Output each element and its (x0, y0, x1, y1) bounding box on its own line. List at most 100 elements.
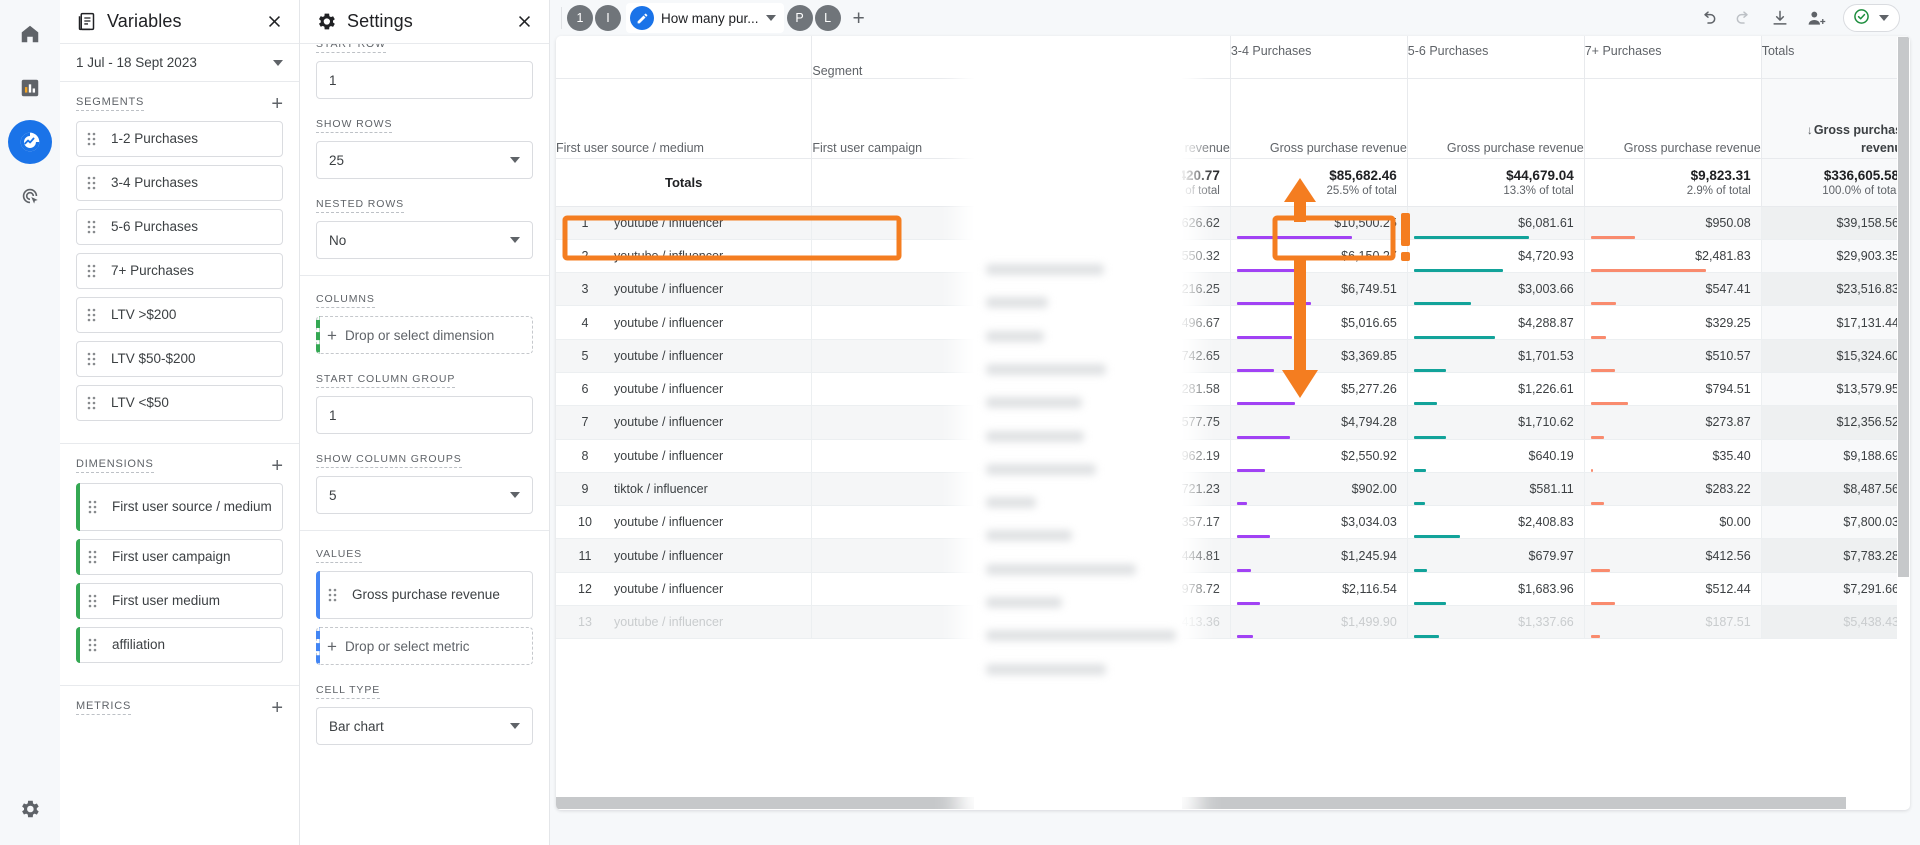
tab-1[interactable]: 1 (567, 5, 593, 31)
home-icon[interactable] (8, 12, 52, 56)
row-source-medium: youtube / influencer (614, 515, 724, 530)
dimension-item-3[interactable]: First user medium (76, 583, 283, 619)
tab-i[interactable]: I (595, 5, 621, 31)
date-range-selector[interactable]: 1 Jul - 18 Sept 2023 (60, 44, 299, 82)
table-row[interactable]: 7 youtube / influencer $5,577.75 $4,794.28 $… (556, 405, 1910, 440)
row-source-medium: youtube / influencer (614, 548, 724, 563)
drag-handle-icon[interactable] (88, 594, 102, 608)
tab-active-exploration[interactable]: How many pur... (626, 3, 784, 33)
chevron-down-icon[interactable] (765, 15, 776, 21)
settings-panel-body: START ROW 1 SHOW ROWS 25 NESTED ROWS No (300, 44, 549, 845)
values-drop-zone[interactable]: + Drop or select metric (316, 627, 533, 665)
header-metric-2[interactable]: Gross purchase revenue (1230, 78, 1408, 159)
start-column-group-input[interactable]: 1 (316, 396, 533, 434)
add-dimension-button[interactable]: + (271, 456, 283, 476)
segment-label: LTV $50-$200 (111, 350, 196, 366)
start-row-input[interactable]: 1 (316, 61, 533, 99)
advertising-icon[interactable] (8, 174, 52, 218)
drag-handle-icon[interactable] (88, 638, 102, 652)
vertical-scrollbar-thumb[interactable] (1898, 37, 1909, 577)
column-group-1-2-purchases[interactable]: 1-2 Purchases (1053, 36, 1231, 79)
table-row[interactable]: 3 youtube / influencer $13,216.25 $6,749.51… (556, 272, 1910, 307)
show-column-groups-field: SHOW COLUMN GROUPS 5 (300, 450, 549, 514)
segment-item-1[interactable]: 1-2 Purchases (76, 121, 283, 157)
segment-item-6[interactable]: LTV $50-$200 (76, 341, 283, 377)
drag-handle-icon[interactable] (87, 396, 101, 410)
chevron-down-icon[interactable] (1879, 15, 1889, 21)
undo-icon[interactable] (1698, 8, 1718, 28)
drag-handle-icon[interactable] (87, 352, 101, 366)
horizontal-scrollbar[interactable] (556, 796, 1897, 810)
show-column-groups-select[interactable]: 5 (316, 476, 533, 514)
segment-item-3[interactable]: 5-6 Purchases (76, 209, 283, 245)
horizontal-scrollbar-thumb[interactable] (556, 797, 1846, 809)
cell-type-select[interactable]: Bar chart (316, 707, 533, 745)
share-add-person-icon[interactable] (1806, 8, 1827, 29)
table-row[interactable]: 13 youtube / influencer $2,413.36 $1,499.90… (556, 605, 1910, 640)
close-icon[interactable] (264, 11, 285, 32)
column-group-3-4-purchases[interactable]: 3-4 Purchases (1230, 36, 1408, 79)
segment-item-5[interactable]: LTV >$200 (76, 297, 283, 333)
table-row[interactable]: 6 youtube / influencer $6,281.58 $5,277.26 $… (556, 372, 1910, 407)
drag-handle-icon[interactable] (87, 308, 101, 322)
redo-icon[interactable] (1734, 8, 1754, 28)
segment-item-7[interactable]: LTV <$50 (76, 385, 283, 421)
table-row[interactable]: 12 youtube / influencer $2,978.72 $2,116.54… (556, 572, 1910, 607)
table-row[interactable]: 4 youtube / influencer $7,496.67 $5,016.65 $… (556, 305, 1910, 340)
drag-handle-icon[interactable] (328, 588, 342, 602)
value-item-1[interactable]: Gross purchase revenue (316, 571, 533, 619)
show-rows-value: 25 (329, 152, 345, 168)
tab-l[interactable]: L (814, 5, 841, 31)
header-dim1[interactable]: First user source / medium (556, 78, 813, 159)
header-dim2[interactable]: First user campaign (811, 78, 1054, 159)
dimension-item-2[interactable]: First user campaign (76, 539, 283, 575)
save-status-button[interactable] (1843, 4, 1900, 32)
table-row[interactable]: 2 youtube / influencer $16,550.32 $6,150.27… (556, 239, 1910, 274)
drag-handle-icon[interactable] (87, 264, 101, 278)
drag-handle-icon[interactable] (87, 176, 101, 190)
show-rows-select[interactable]: 25 (316, 141, 533, 179)
table-row[interactable]: 5 youtube / influencer $9,742.65 $3,369.85 $… (556, 339, 1910, 373)
dimension-item-1[interactable]: First user source / medium (76, 483, 283, 531)
drag-handle-icon[interactable] (87, 132, 101, 146)
metric-cell: $902.00 (1230, 472, 1408, 507)
drag-handle-icon[interactable] (88, 550, 102, 564)
dimension-item-4[interactable]: affiliation (76, 627, 283, 663)
header-metric-totals[interactable]: ↓Gross purchase revenue (1761, 78, 1910, 159)
add-metric-button[interactable]: + (271, 698, 283, 718)
metric-value: $510.57 (1705, 348, 1751, 363)
reports-icon[interactable] (8, 66, 52, 110)
tab-p[interactable]: P (786, 5, 813, 31)
drag-handle-icon[interactable] (87, 220, 101, 234)
metric-value: $329.25 (1705, 315, 1751, 330)
columns-label: COLUMNS (316, 293, 375, 308)
cell-bar (1413, 635, 1439, 639)
admin-gear-icon[interactable] (8, 787, 52, 831)
vertical-scrollbar[interactable] (1897, 37, 1910, 796)
columns-drop-zone[interactable]: + Drop or select dimension (316, 316, 533, 354)
header-metric-3[interactable]: Gross purchase revenue (1407, 78, 1585, 159)
download-icon[interactable] (1770, 8, 1790, 28)
drag-handle-icon[interactable] (88, 500, 102, 514)
column-group-5-6-purchases[interactable]: 5-6 Purchases (1407, 36, 1585, 79)
table-row[interactable]: 11 youtube / influencer $5,444.81 $1,245.94… (556, 538, 1910, 573)
table-row[interactable]: 9 tiktok / influencer $6,721.23 $902.00 $581… (556, 472, 1910, 507)
add-segment-button[interactable]: + (271, 94, 283, 114)
table-row[interactable]: 8 youtube / influencer $5,962.19 $2,550.92 $… (556, 439, 1910, 473)
column-group-totals[interactable]: Totals (1761, 36, 1910, 79)
column-group-7plus-purchases[interactable]: 7+ Purchases (1584, 36, 1762, 79)
segment-item-4[interactable]: 7+ Purchases (76, 253, 283, 289)
header-metric-4[interactable]: Gross purchase revenue (1584, 78, 1762, 159)
metric-cell: $3,034.03 (1230, 505, 1408, 540)
add-tab-button[interactable]: + (843, 8, 875, 29)
explore-icon[interactable] (8, 120, 52, 164)
metric-value: $283.22 (1705, 482, 1751, 497)
show-rows-label: SHOW ROWS (316, 118, 393, 133)
row-total: $29,903.35 (1761, 239, 1910, 274)
segment-item-2[interactable]: 3-4 Purchases (76, 165, 283, 201)
close-icon[interactable] (514, 11, 535, 32)
nested-rows-select[interactable]: No (316, 221, 533, 259)
header-metric-1[interactable]: Gross purchase revenue (1053, 78, 1231, 159)
table-row[interactable]: 10 youtube / influencer $2,357.17 $3,034.03… (556, 505, 1910, 540)
table-row[interactable]: 1 youtube / influencer $21,626.62 $10,500.2… (556, 206, 1910, 240)
